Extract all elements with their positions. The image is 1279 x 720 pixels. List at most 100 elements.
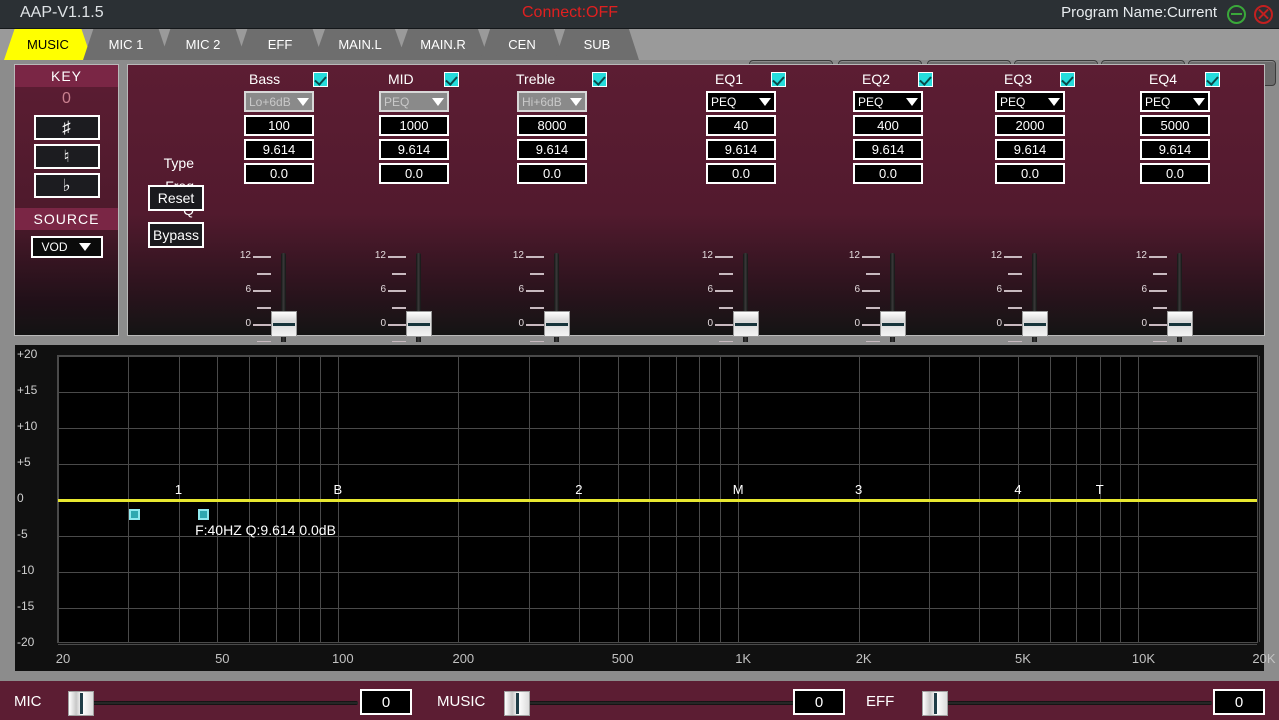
band-gain-input-eq4[interactable]: 0.0 <box>1140 163 1210 184</box>
fader-thumb[interactable] <box>1022 311 1048 337</box>
band-q-input-eq4[interactable]: 9.614 <box>1140 139 1210 160</box>
tab-sub[interactable]: SUB <box>555 29 639 60</box>
band-marker-b[interactable]: B <box>328 482 348 497</box>
band-q-input-eq2[interactable]: 9.614 <box>853 139 923 160</box>
mixer-slider-music[interactable] <box>508 701 794 705</box>
eq-handle-2[interactable] <box>198 509 209 520</box>
fader-tick <box>257 273 271 275</box>
fader-tick-label: 12 <box>362 250 386 261</box>
band-marker-1[interactable]: 1 <box>169 482 189 497</box>
key-flat-button[interactable]: ♭ <box>34 173 100 198</box>
mixer-slider-thumb-eff[interactable] <box>922 691 948 716</box>
band-type-select-mid: PEQ <box>379 91 449 112</box>
fader-thumb[interactable] <box>1167 311 1193 337</box>
band-gain-input-bass[interactable]: 0.0 <box>244 163 314 184</box>
band-enable-checkbox-eq1[interactable] <box>771 72 786 87</box>
mixer-slider-mic[interactable] <box>72 701 358 705</box>
fader-thumb[interactable] <box>880 311 906 337</box>
band-marker-3[interactable]: 3 <box>849 482 869 497</box>
band-freq-input-eq3[interactable]: 2000 <box>995 115 1065 136</box>
key-natural-button[interactable]: ♮ <box>34 144 100 169</box>
tab-main-r[interactable]: MAIN.R <box>397 29 489 60</box>
band-gain-input-eq3[interactable]: 0.0 <box>995 163 1065 184</box>
chevron-down-icon <box>432 98 444 106</box>
eq-handle-1[interactable] <box>129 509 140 520</box>
band-gain-input-eq2[interactable]: 0.0 <box>853 163 923 184</box>
mixer-slider-thumb-mic[interactable] <box>68 691 94 716</box>
fader-tick <box>1004 324 1022 326</box>
fader-tick-label: 6 <box>1123 284 1147 295</box>
band-gain-input-treble[interactable]: 0.0 <box>517 163 587 184</box>
tab-mic-1[interactable]: MIC 1 <box>83 29 169 60</box>
tab-mic-2[interactable]: MIC 2 <box>160 29 246 60</box>
band-type-select-eq1[interactable]: PEQ <box>706 91 776 112</box>
band-freq-input-eq2[interactable]: 400 <box>853 115 923 136</box>
band-title-bass: Bass <box>249 71 280 87</box>
close-icon[interactable] <box>1254 5 1273 24</box>
response-curve <box>58 499 1257 502</box>
tab-main-l[interactable]: MAIN.L <box>314 29 406 60</box>
band-q-input-mid[interactable]: 9.614 <box>379 139 449 160</box>
source-select[interactable]: VOD <box>31 236 103 258</box>
fader-thumb[interactable] <box>406 311 432 337</box>
mixer-value-music[interactable]: 0 <box>793 689 845 715</box>
fader-tick <box>862 290 880 292</box>
mixer-value-eff[interactable]: 0 <box>1213 689 1265 715</box>
fader-tick <box>1153 307 1167 309</box>
plot-area[interactable]: 1B2M34TF:40HZ Q:9.614 0.0dB <box>57 355 1258 643</box>
reset-button[interactable]: Reset <box>148 185 204 211</box>
band-enable-checkbox-eq3[interactable] <box>1060 72 1075 87</box>
x-axis-tick-label: 10K <box>1119 651 1167 666</box>
fader-tick <box>866 307 880 309</box>
band-q-input-eq1[interactable]: 9.614 <box>706 139 776 160</box>
band-marker-m[interactable]: M <box>728 482 748 497</box>
band-enable-checkbox-treble[interactable] <box>592 72 607 87</box>
fader-tick-label: 12 <box>500 250 524 261</box>
y-axis-tick-label: +10 <box>17 419 53 433</box>
band-enable-checkbox-eq4[interactable] <box>1205 72 1220 87</box>
fader-thumb[interactable] <box>271 311 297 337</box>
band-marker-4[interactable]: 4 <box>1008 482 1028 497</box>
fader-tick <box>388 324 406 326</box>
band-enable-checkbox-bass[interactable] <box>313 72 328 87</box>
band-freq-input-eq1[interactable]: 40 <box>706 115 776 136</box>
fader-tick-label: 0 <box>227 318 251 329</box>
y-axis-tick-label: +5 <box>17 455 53 469</box>
band-freq-input-eq4[interactable]: 5000 <box>1140 115 1210 136</box>
band-freq-input-bass[interactable]: 100 <box>244 115 314 136</box>
band-enable-checkbox-mid[interactable] <box>444 72 459 87</box>
tab-label: MUSIC <box>27 37 69 52</box>
fader-tick <box>388 290 406 292</box>
mixer-slider-eff[interactable] <box>926 701 1212 705</box>
tab-cen[interactable]: CEN <box>480 29 564 60</box>
key-sharp-button[interactable]: ♯ <box>34 115 100 140</box>
band-type-select-eq2[interactable]: PEQ <box>853 91 923 112</box>
band-gain-input-mid[interactable]: 0.0 <box>379 163 449 184</box>
band-gain-input-eq1[interactable]: 0.0 <box>706 163 776 184</box>
band-enable-checkbox-eq2[interactable] <box>918 72 933 87</box>
mixer-value-mic[interactable]: 0 <box>360 689 412 715</box>
band-q-input-treble[interactable]: 9.614 <box>517 139 587 160</box>
band-freq-input-treble[interactable]: 8000 <box>517 115 587 136</box>
fader-thumb[interactable] <box>544 311 570 337</box>
fader-thumb[interactable] <box>733 311 759 337</box>
fader-tick-label: 12 <box>978 250 1002 261</box>
mixer-slider-thumb-music[interactable] <box>504 691 530 716</box>
band-q-input-bass[interactable]: 9.614 <box>244 139 314 160</box>
tab-music[interactable]: MUSIC <box>4 29 92 60</box>
band-freq-input-mid[interactable]: 1000 <box>379 115 449 136</box>
band-q-input-eq3[interactable]: 9.614 <box>995 139 1065 160</box>
band-type-select-eq3[interactable]: PEQ <box>995 91 1065 112</box>
tab-eff[interactable]: EFF <box>237 29 323 60</box>
band-type-select-eq4[interactable]: PEQ <box>1140 91 1210 112</box>
fader-tick <box>1008 307 1022 309</box>
band-title-eq3: EQ3 <box>1004 71 1032 87</box>
fader-tick-label: 0 <box>1123 318 1147 329</box>
band-type-value: Hi+6dB <box>522 95 562 109</box>
band-marker-t[interactable]: T <box>1090 482 1110 497</box>
band-marker-2[interactable]: 2 <box>569 482 589 497</box>
fader-tick-label: 12 <box>227 250 251 261</box>
minimize-icon[interactable] <box>1227 5 1246 24</box>
x-axis-tick-label: 500 <box>599 651 647 666</box>
bypass-button[interactable]: Bypass <box>148 222 204 248</box>
